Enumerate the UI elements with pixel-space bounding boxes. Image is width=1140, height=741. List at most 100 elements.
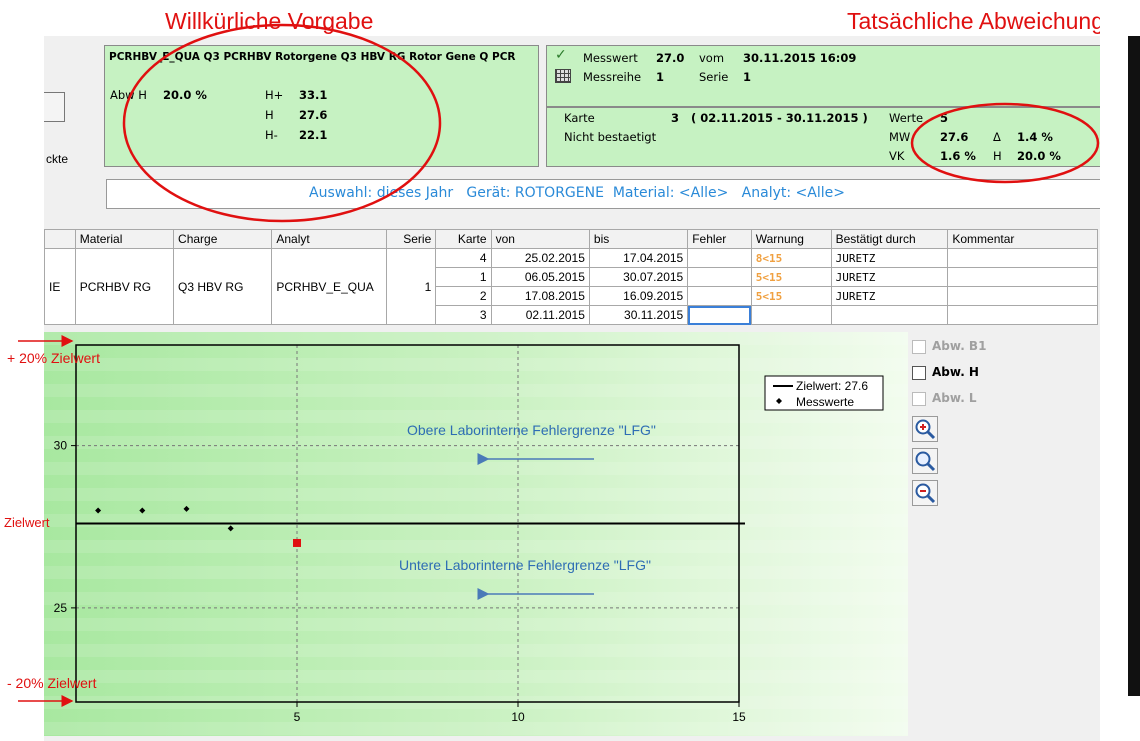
table-row[interactable]: IE PCRHBV RG Q3 HBV RG PCRHBV_E_QUA 1 4 … bbox=[44, 248, 1098, 325]
cell-kommentar bbox=[947, 267, 1098, 287]
cell-bestaetigt bbox=[830, 305, 949, 325]
table-header-row: Material Charge Analyt Serie Karte von b… bbox=[44, 229, 1098, 249]
abw-value: 20.0 % bbox=[163, 88, 207, 102]
legend-points-label: Messwerte bbox=[796, 395, 854, 409]
karte-label: Karte bbox=[564, 111, 595, 125]
chart-band-stripe bbox=[44, 670, 908, 683]
col-header-analyt[interactable]: Analyt bbox=[271, 229, 388, 249]
cell-von: 25.02.2015 bbox=[490, 248, 590, 268]
chart-band-stripe bbox=[44, 462, 908, 475]
x-tick-label: 10 bbox=[511, 710, 525, 724]
cell-von: 06.05.2015 bbox=[490, 267, 590, 287]
chart-band-stripe bbox=[44, 540, 908, 553]
serie-label: Serie bbox=[699, 70, 729, 84]
qc-table: Material Charge Analyt Serie Karte von b… bbox=[44, 229, 1098, 325]
delta-label: Δ bbox=[993, 130, 1001, 144]
left-stub-button[interactable] bbox=[44, 92, 65, 122]
cell-fehler bbox=[687, 286, 752, 306]
col-header-stub bbox=[44, 229, 76, 249]
cell-fehler-selected[interactable] bbox=[687, 305, 752, 325]
filter-bar[interactable]: Auswahl: dieses Jahr Gerät: ROTORGENE Ma… bbox=[106, 179, 1102, 209]
control-chart: 5 10 15 25 30 Zielwert: 27.6 Messwerte bbox=[44, 332, 908, 736]
chart-band-stripe bbox=[44, 618, 908, 631]
cell-kommentar bbox=[947, 305, 1098, 325]
upper-limit-annotation: + 20% Zielwert bbox=[7, 350, 100, 366]
x-tick-label: 5 bbox=[294, 710, 301, 724]
chart-band-stripe bbox=[44, 592, 908, 605]
h-label: H bbox=[993, 149, 1002, 163]
col-header-fehler[interactable]: Fehler bbox=[687, 229, 752, 249]
cell-kommentar bbox=[947, 286, 1098, 306]
grid-icon bbox=[555, 69, 571, 83]
cell-bis: 30.11.2015 bbox=[588, 305, 689, 325]
chart-legend: Zielwert: 27.6 Messwerte bbox=[764, 375, 884, 411]
cell-charge: Q3 HBV RG bbox=[173, 248, 273, 325]
abw-h-checkbox[interactable] bbox=[912, 366, 926, 380]
cell-warnung: 8<15 bbox=[750, 248, 832, 268]
cell-von: 02.11.2015 bbox=[490, 305, 590, 325]
chart-band-stripe bbox=[44, 332, 908, 345]
cell-kommentar bbox=[947, 248, 1098, 268]
messreihe-label: Messreihe bbox=[583, 70, 642, 84]
legend-target-label: Zielwert: 27.6 bbox=[796, 379, 868, 393]
status-text: Nicht bestaetigt bbox=[564, 130, 657, 144]
col-header-kommentar[interactable]: Kommentar bbox=[947, 229, 1098, 249]
check-icon: ✓ bbox=[555, 47, 567, 63]
cell-bis: 17.04.2015 bbox=[588, 248, 689, 268]
zoom-out-button[interactable] bbox=[912, 480, 938, 506]
y-tick-label: 30 bbox=[54, 439, 68, 453]
col-header-bestaetigt[interactable]: Bestätigt durch bbox=[830, 229, 949, 249]
cell-von: 17.08.2015 bbox=[490, 286, 590, 306]
col-header-warnung[interactable]: Warnung bbox=[750, 229, 832, 249]
lower-lfg-note: Untere Laborinterne Fehlergrenze "LFG" bbox=[399, 557, 651, 573]
card-panel: Karte 3 ( 02.11.2015 - 30.11.2015 ) Wert… bbox=[546, 107, 1102, 167]
abw-b1-label: Abw. B1 bbox=[932, 339, 987, 353]
cell-analyt: PCRHBV_E_QUA bbox=[271, 248, 388, 325]
limit-hplus-label: H+ bbox=[265, 88, 284, 102]
spec-panel: PCRHBV_E_QUA Q3 PCRHBV Rotorgene Q3 HBV … bbox=[104, 45, 539, 167]
col-header-charge[interactable]: Charge bbox=[173, 229, 273, 249]
title-left-annotation: Willkürliche Vorgabe bbox=[165, 8, 374, 34]
title-right-annotation: Tatsächliche Abweichung bbox=[847, 8, 1104, 34]
limit-hminus-label: H- bbox=[265, 128, 278, 142]
col-header-von[interactable]: von bbox=[490, 229, 590, 249]
cell-stub: IE bbox=[44, 248, 76, 325]
y-tick-label: 25 bbox=[54, 601, 68, 615]
zoom-reset-icon bbox=[915, 451, 936, 472]
current-data-point[interactable] bbox=[293, 538, 301, 547]
chart-band-stripe bbox=[44, 722, 908, 735]
zoom-in-icon bbox=[915, 419, 936, 440]
abw-h-label: Abw. H bbox=[932, 365, 979, 379]
mw-label: MW bbox=[889, 130, 911, 144]
limit-hplus-value: 33.1 bbox=[299, 88, 328, 102]
limit-h-label: H bbox=[265, 108, 274, 122]
werte-value: 5 bbox=[940, 111, 949, 125]
x-tick-label: 15 bbox=[732, 710, 746, 724]
col-header-bis[interactable]: bis bbox=[588, 229, 689, 249]
cell-warnung bbox=[750, 305, 832, 325]
delta-value: 1.4 % bbox=[1017, 130, 1053, 144]
measure-panel: ✓ Messwert 27.0 vom 30.11.2015 16:09 Mes… bbox=[546, 45, 1102, 107]
chart-band-stripe bbox=[44, 514, 908, 527]
vk-value: 1.6 % bbox=[940, 149, 976, 163]
col-header-material[interactable]: Material bbox=[74, 229, 175, 249]
abw-b1-checkbox[interactable] bbox=[912, 340, 926, 354]
vk-label: VK bbox=[889, 149, 905, 163]
col-header-karte[interactable]: Karte bbox=[435, 229, 492, 249]
cell-bestaetigt: JURETZ bbox=[830, 286, 949, 306]
cell-bis: 30.07.2015 bbox=[588, 267, 689, 287]
cell-karte: 4 bbox=[435, 248, 492, 268]
messwert-value: 27.0 bbox=[656, 51, 685, 65]
upper-lfg-note: Obere Laborinterne Fehlergrenze "LFG" bbox=[407, 422, 656, 438]
col-header-serie[interactable]: Serie bbox=[386, 229, 437, 249]
left-stub-label: ckte bbox=[46, 152, 69, 166]
serie-value: 1 bbox=[743, 70, 752, 84]
cell-bis: 16.09.2015 bbox=[588, 286, 689, 306]
zoom-reset-button[interactable] bbox=[912, 448, 938, 474]
messreihe-value: 1 bbox=[656, 70, 665, 84]
abw-l-checkbox[interactable] bbox=[912, 392, 926, 406]
limit-hminus-value: 22.1 bbox=[299, 128, 328, 142]
werte-label: Werte bbox=[889, 111, 924, 125]
cell-bestaetigt: JURETZ bbox=[830, 267, 949, 287]
zoom-in-button[interactable] bbox=[912, 416, 938, 442]
